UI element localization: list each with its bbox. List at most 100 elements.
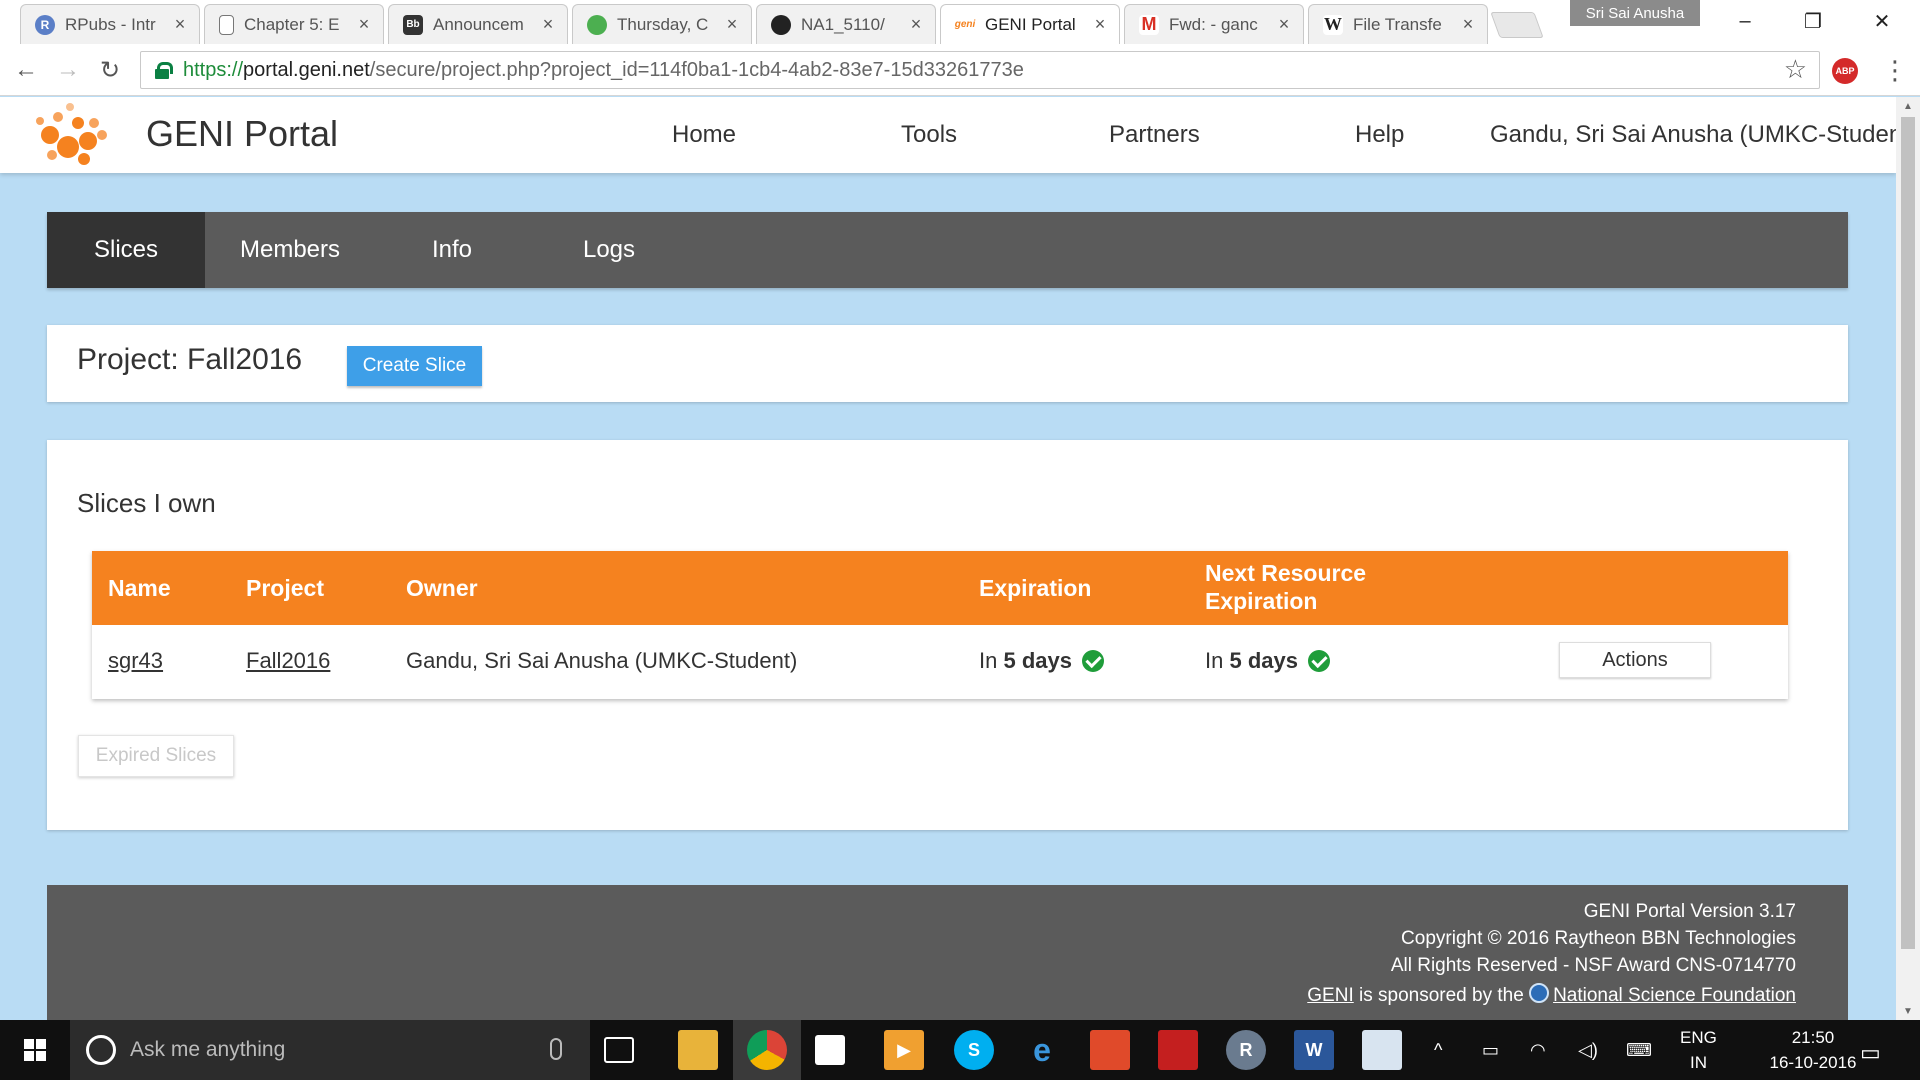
cortana-icon [86,1035,116,1065]
tab-title: Announcem [433,14,524,34]
notification-icon[interactable]: ▭ [1860,1040,1881,1066]
document-viewer-icon[interactable] [1362,1030,1402,1070]
geni-logo-icon[interactable] [28,101,114,167]
browser-tab-thursday[interactable]: Thursday, C × [572,4,752,44]
start-button[interactable] [0,1020,70,1080]
scrollbar-thumb[interactable] [1901,117,1915,949]
next-expiration-value: 5 days [1229,648,1298,673]
url-scheme: https:// [183,58,244,81]
reload-icon[interactable]: ↻ [92,54,128,86]
page-title: Project: Fall2016 [77,343,303,376]
chrome-icon[interactable] [747,1030,787,1070]
office-app-icon[interactable] [1090,1030,1130,1070]
browser-menu-icon[interactable]: ⋮ [1880,54,1910,86]
next-expiration-prefix: In [1205,648,1224,673]
file-explorer-icon[interactable] [678,1030,718,1070]
browser-tab-wikipedia[interactable]: W File Transfe × [1308,4,1488,44]
tab-title: File Transfe [1353,14,1442,34]
tab-members[interactable]: Members [205,212,375,288]
tab-title: Thursday, C [617,14,709,34]
rpubs-icon: R [35,14,55,35]
cell-expiration: In 5 days [979,648,1104,674]
tab-title: Chapter 5: E [244,14,340,34]
browser-toolbar: ← → ↻ https://portal.geni.net/secure/pro… [0,44,1920,96]
column-header-next-expiration[interactable]: Next Resource Expiration [1205,559,1366,615]
scroll-down-icon[interactable]: ▼ [1896,1002,1920,1020]
close-window-icon[interactable]: ✕ [1862,6,1902,36]
create-slice-button[interactable]: Create Slice [347,346,482,386]
tab-slices[interactable]: Slices [47,212,205,288]
volume-icon[interactable]: ◁) [1578,1040,1598,1061]
browser-tab-github[interactable]: NA1_5110/ × [756,4,936,44]
page-footer: GENI Portal Version 3.17 Copyright © 201… [47,885,1848,1020]
tab-info[interactable]: Info [375,212,529,288]
close-icon[interactable]: × [171,14,189,35]
profile-badge[interactable]: Sri Sai Anusha [1570,0,1700,26]
user-menu[interactable]: Gandu, Sri Sai Anusha (UMKC-Student) [1490,121,1896,149]
media-player-icon[interactable]: ▶ [884,1030,924,1070]
tab-logs[interactable]: Logs [529,212,689,288]
close-icon[interactable]: × [539,14,557,35]
cortana-search-box[interactable]: Ask me anything [70,1020,590,1080]
geni-link[interactable]: GENI [1307,985,1353,1006]
expiration-prefix: In [979,648,998,673]
expired-slices-button[interactable]: Expired Slices [78,735,234,777]
url-path: /secure/project.php?project_id=114f0ba1-… [369,58,1024,81]
new-tab-button[interactable] [1490,12,1544,38]
slice-project-link[interactable]: Fall2016 [246,648,330,674]
slice-name-link[interactable]: sgr43 [108,648,163,674]
lock-icon [155,62,173,79]
restore-icon[interactable]: ❐ [1793,6,1833,36]
address-bar[interactable]: https://portal.geni.net/secure/project.p… [140,51,1820,89]
microphone-icon[interactable] [550,1038,562,1060]
nsf-link[interactable]: National Science Foundation [1553,985,1796,1006]
footer-rights: All Rights Reserved - NSF Award CNS-0714… [1390,955,1796,976]
language-indicator[interactable]: ENG [1680,1028,1717,1048]
clock-time[interactable]: 21:50 [1758,1028,1868,1048]
gmail-icon: M [1139,14,1159,35]
browser-tab-rpubs[interactable]: R RPubs - Intr × [20,4,200,44]
nav-help[interactable]: Help [1355,121,1404,149]
browser-tab-gmail[interactable]: M Fwd: - ganc × [1124,4,1304,44]
forward-arrow-icon[interactable]: → [50,54,86,86]
close-icon[interactable]: × [355,14,373,35]
close-icon[interactable]: × [723,14,741,35]
language-region: IN [1690,1053,1707,1072]
tab-title: NA1_5110/ [801,14,885,34]
edge-icon[interactable]: e [1022,1030,1062,1070]
wifi-icon[interactable]: ◠ [1530,1040,1546,1061]
close-icon[interactable]: × [907,14,925,35]
column-header-owner[interactable]: Owner [406,574,478,602]
back-arrow-icon[interactable]: ← [8,54,44,86]
close-icon[interactable]: × [1091,14,1109,35]
nav-home[interactable]: Home [672,121,736,149]
scroll-up-icon[interactable]: ▲ [1896,97,1920,115]
word-icon[interactable]: W [1294,1030,1334,1070]
site-title[interactable]: GENI Portal [146,113,338,155]
browser-tab-announcements[interactable]: Bb Announcem × [388,4,568,44]
nav-tools[interactable]: Tools [901,121,957,149]
chevron-up-icon[interactable]: ^ [1434,1040,1442,1061]
bookmark-star-icon[interactable]: ☆ [1784,54,1807,85]
browser-tab-geni[interactable]: geni GENI Portal × [940,4,1120,44]
page-scrollbar[interactable]: ▲ ▼ [1896,97,1920,1020]
r-studio-icon[interactable]: R [1226,1030,1266,1070]
browser-tab-chapter5[interactable]: Chapter 5: E × [204,4,384,44]
actions-button[interactable]: Actions [1559,642,1711,678]
close-icon[interactable]: × [1275,14,1293,35]
column-header-expiration[interactable]: Expiration [979,574,1091,602]
acrobat-icon[interactable] [1158,1030,1198,1070]
column-header-project[interactable]: Project [246,574,324,602]
column-header-name[interactable]: Name [108,574,171,602]
store-icon[interactable] [815,1035,845,1065]
adblock-icon[interactable]: ABP [1832,58,1858,84]
battery-icon[interactable]: ▭ [1482,1040,1499,1061]
geni-favicon-icon: geni [955,14,975,35]
keyboard-icon[interactable]: ⌨ [1626,1040,1652,1061]
task-view-icon[interactable] [604,1037,634,1063]
close-icon[interactable]: × [1459,14,1477,35]
nav-partners[interactable]: Partners [1109,121,1200,149]
skype-icon[interactable]: S [954,1030,994,1070]
table-row: sgr43 Fall2016 Gandu, Sri Sai Anusha (UM… [92,625,1788,699]
minimize-icon[interactable]: – [1725,6,1765,36]
